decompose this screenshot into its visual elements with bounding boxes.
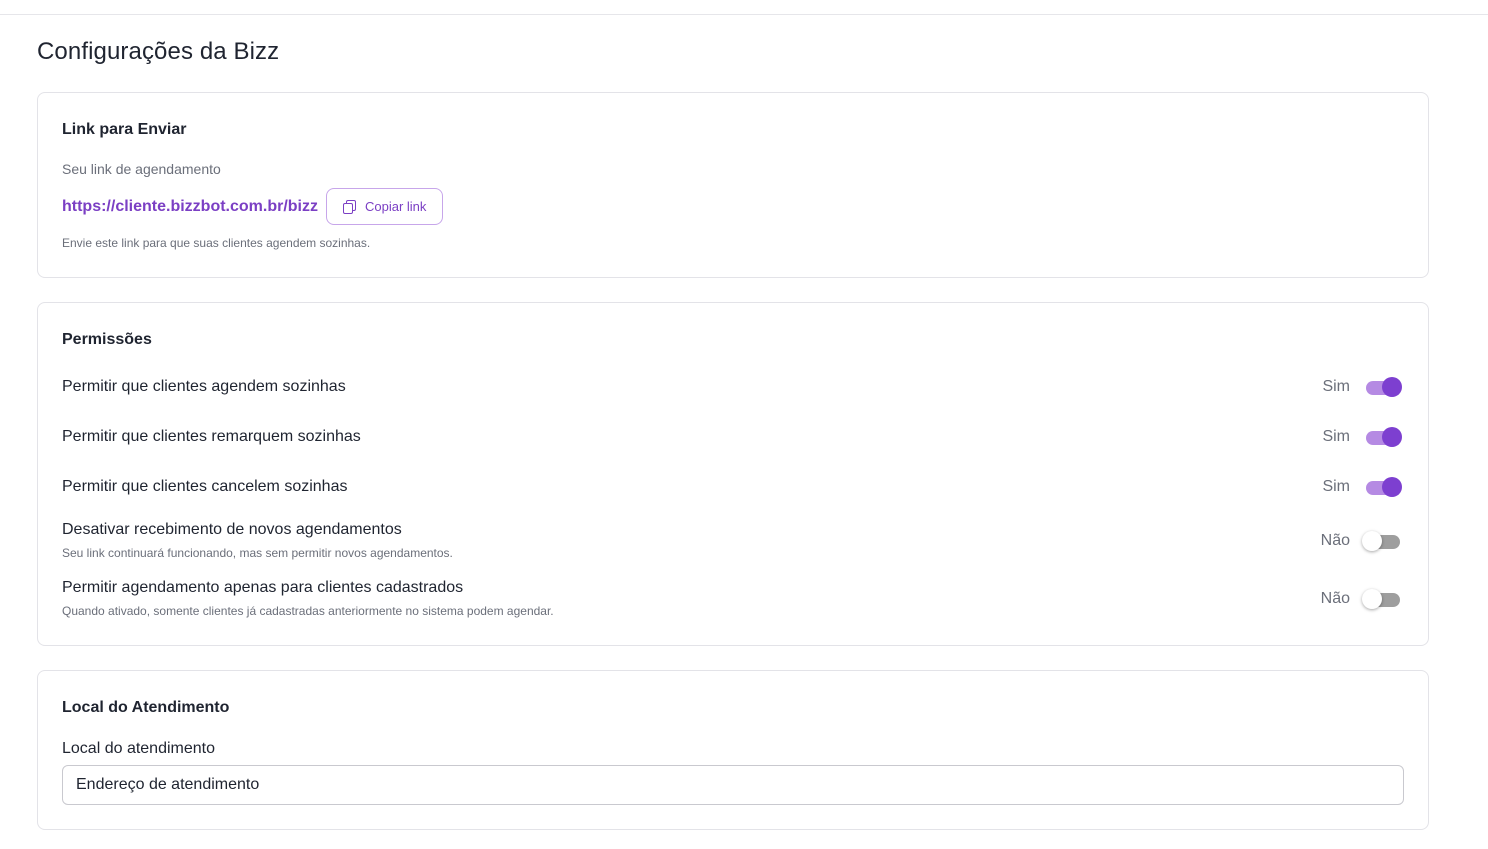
permission-label: Desativar recebimento de novos agendamen… — [62, 521, 402, 538]
permission-row: Permitir agendamento apenas para cliente… — [62, 577, 1406, 621]
permission-toggle-agendar[interactable] — [1364, 376, 1404, 398]
link-card-title: Link para Enviar — [62, 121, 187, 138]
permission-status: Sim — [1322, 478, 1350, 495]
permission-row: Permitir que clientes cancelem sozinhas … — [62, 475, 1406, 515]
permission-description: Seu link continuará funcionando, mas sem… — [62, 546, 453, 560]
top-divider — [0, 14, 1488, 15]
link-subtitle: Seu link de agendamento — [62, 161, 221, 177]
page-title: Configurações da Bizz — [37, 38, 280, 65]
permission-toggle-cancelar[interactable] — [1364, 476, 1404, 498]
location-title: Local do Atendimento — [62, 699, 230, 716]
permission-status: Não — [1320, 532, 1350, 549]
link-hint: Envie este link para que suas clientes a… — [62, 236, 371, 250]
permissions-title: Permissões — [62, 331, 152, 348]
copy-icon — [343, 199, 357, 214]
location-input[interactable] — [62, 765, 1404, 805]
permission-toggle-desativar[interactable] — [1362, 530, 1404, 552]
link-row: https://cliente.bizzbot.com.br/bizz Copi… — [62, 188, 444, 225]
permission-toggle-cadastrados[interactable] — [1362, 588, 1404, 610]
permissions-card: Permissões Permitir que clientes agendem… — [37, 302, 1429, 646]
permission-toggle-remarcar[interactable] — [1364, 426, 1404, 448]
permission-label: Permitir agendamento apenas para cliente… — [62, 579, 464, 596]
permission-status: Não — [1320, 590, 1350, 607]
permission-description: Quando ativado, somente clientes já cada… — [62, 604, 554, 618]
location-field-label: Local do atendimento — [62, 740, 215, 757]
booking-link[interactable]: https://cliente.bizzbot.com.br/bizz — [62, 198, 318, 216]
location-card: Local do Atendimento Local do atendiment… — [37, 670, 1429, 830]
permission-status: Sim — [1322, 378, 1350, 395]
permission-label: Permitir que clientes agendem sozinhas — [62, 378, 346, 395]
link-card: Link para Enviar Seu link de agendamento… — [37, 92, 1429, 278]
permission-row: Permitir que clientes agendem sozinhas S… — [62, 375, 1406, 415]
permission-label: Permitir que clientes cancelem sozinhas — [62, 478, 348, 495]
copy-link-label: Copiar link — [365, 199, 427, 214]
copy-link-button[interactable]: Copiar link — [326, 188, 444, 225]
permission-status: Sim — [1322, 428, 1350, 445]
permission-row: Desativar recebimento de novos agendamen… — [62, 519, 1406, 563]
permission-label: Permitir que clientes remarquem sozinhas — [62, 428, 361, 445]
permission-row: Permitir que clientes remarquem sozinhas… — [62, 425, 1406, 465]
